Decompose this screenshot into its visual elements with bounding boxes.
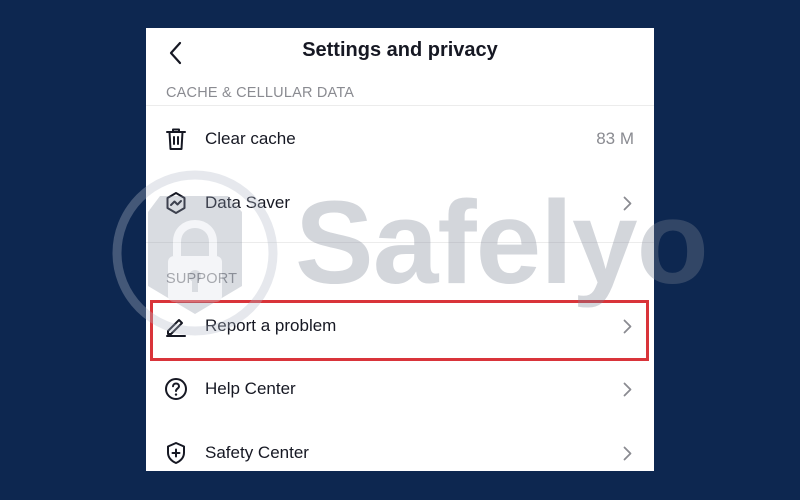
data-saver-icon xyxy=(163,190,189,216)
data-saver-row[interactable]: Data Saver xyxy=(146,172,654,234)
trash-icon xyxy=(163,126,189,152)
help-center-row[interactable]: Help Center xyxy=(146,358,654,420)
chevron-right-icon xyxy=(620,318,634,334)
settings-screen: Settings and privacy CACHE & CELLULAR DA… xyxy=(146,28,654,471)
safety-center-label: Safety Center xyxy=(205,443,309,462)
pencil-icon xyxy=(163,313,189,339)
safety-center-row[interactable]: Safety Center xyxy=(146,422,654,471)
page-title: Settings and privacy xyxy=(302,39,498,61)
data-saver-label: Data Saver xyxy=(205,193,291,212)
section-divider xyxy=(146,242,654,243)
help-center-label: Help Center xyxy=(205,379,296,398)
chevron-right-icon xyxy=(620,381,634,397)
clear-cache-row[interactable]: Clear cache 83 M xyxy=(146,108,654,170)
chevron-right-icon xyxy=(620,445,634,461)
section-label-support: SUPPORT xyxy=(166,271,238,287)
chevron-right-icon xyxy=(620,195,634,211)
clear-cache-label: Clear cache xyxy=(205,129,296,148)
report-problem-row[interactable]: Report a problem xyxy=(146,295,654,357)
question-circle-icon xyxy=(163,376,189,402)
shield-plus-icon xyxy=(163,440,189,466)
cache-size-value: 83 M xyxy=(596,129,634,148)
report-problem-label: Report a problem xyxy=(205,316,337,335)
screenshot-stage: Settings and privacy CACHE & CELLULAR DA… xyxy=(0,0,800,500)
section-label-cache: CACHE & CELLULAR DATA xyxy=(166,85,355,101)
